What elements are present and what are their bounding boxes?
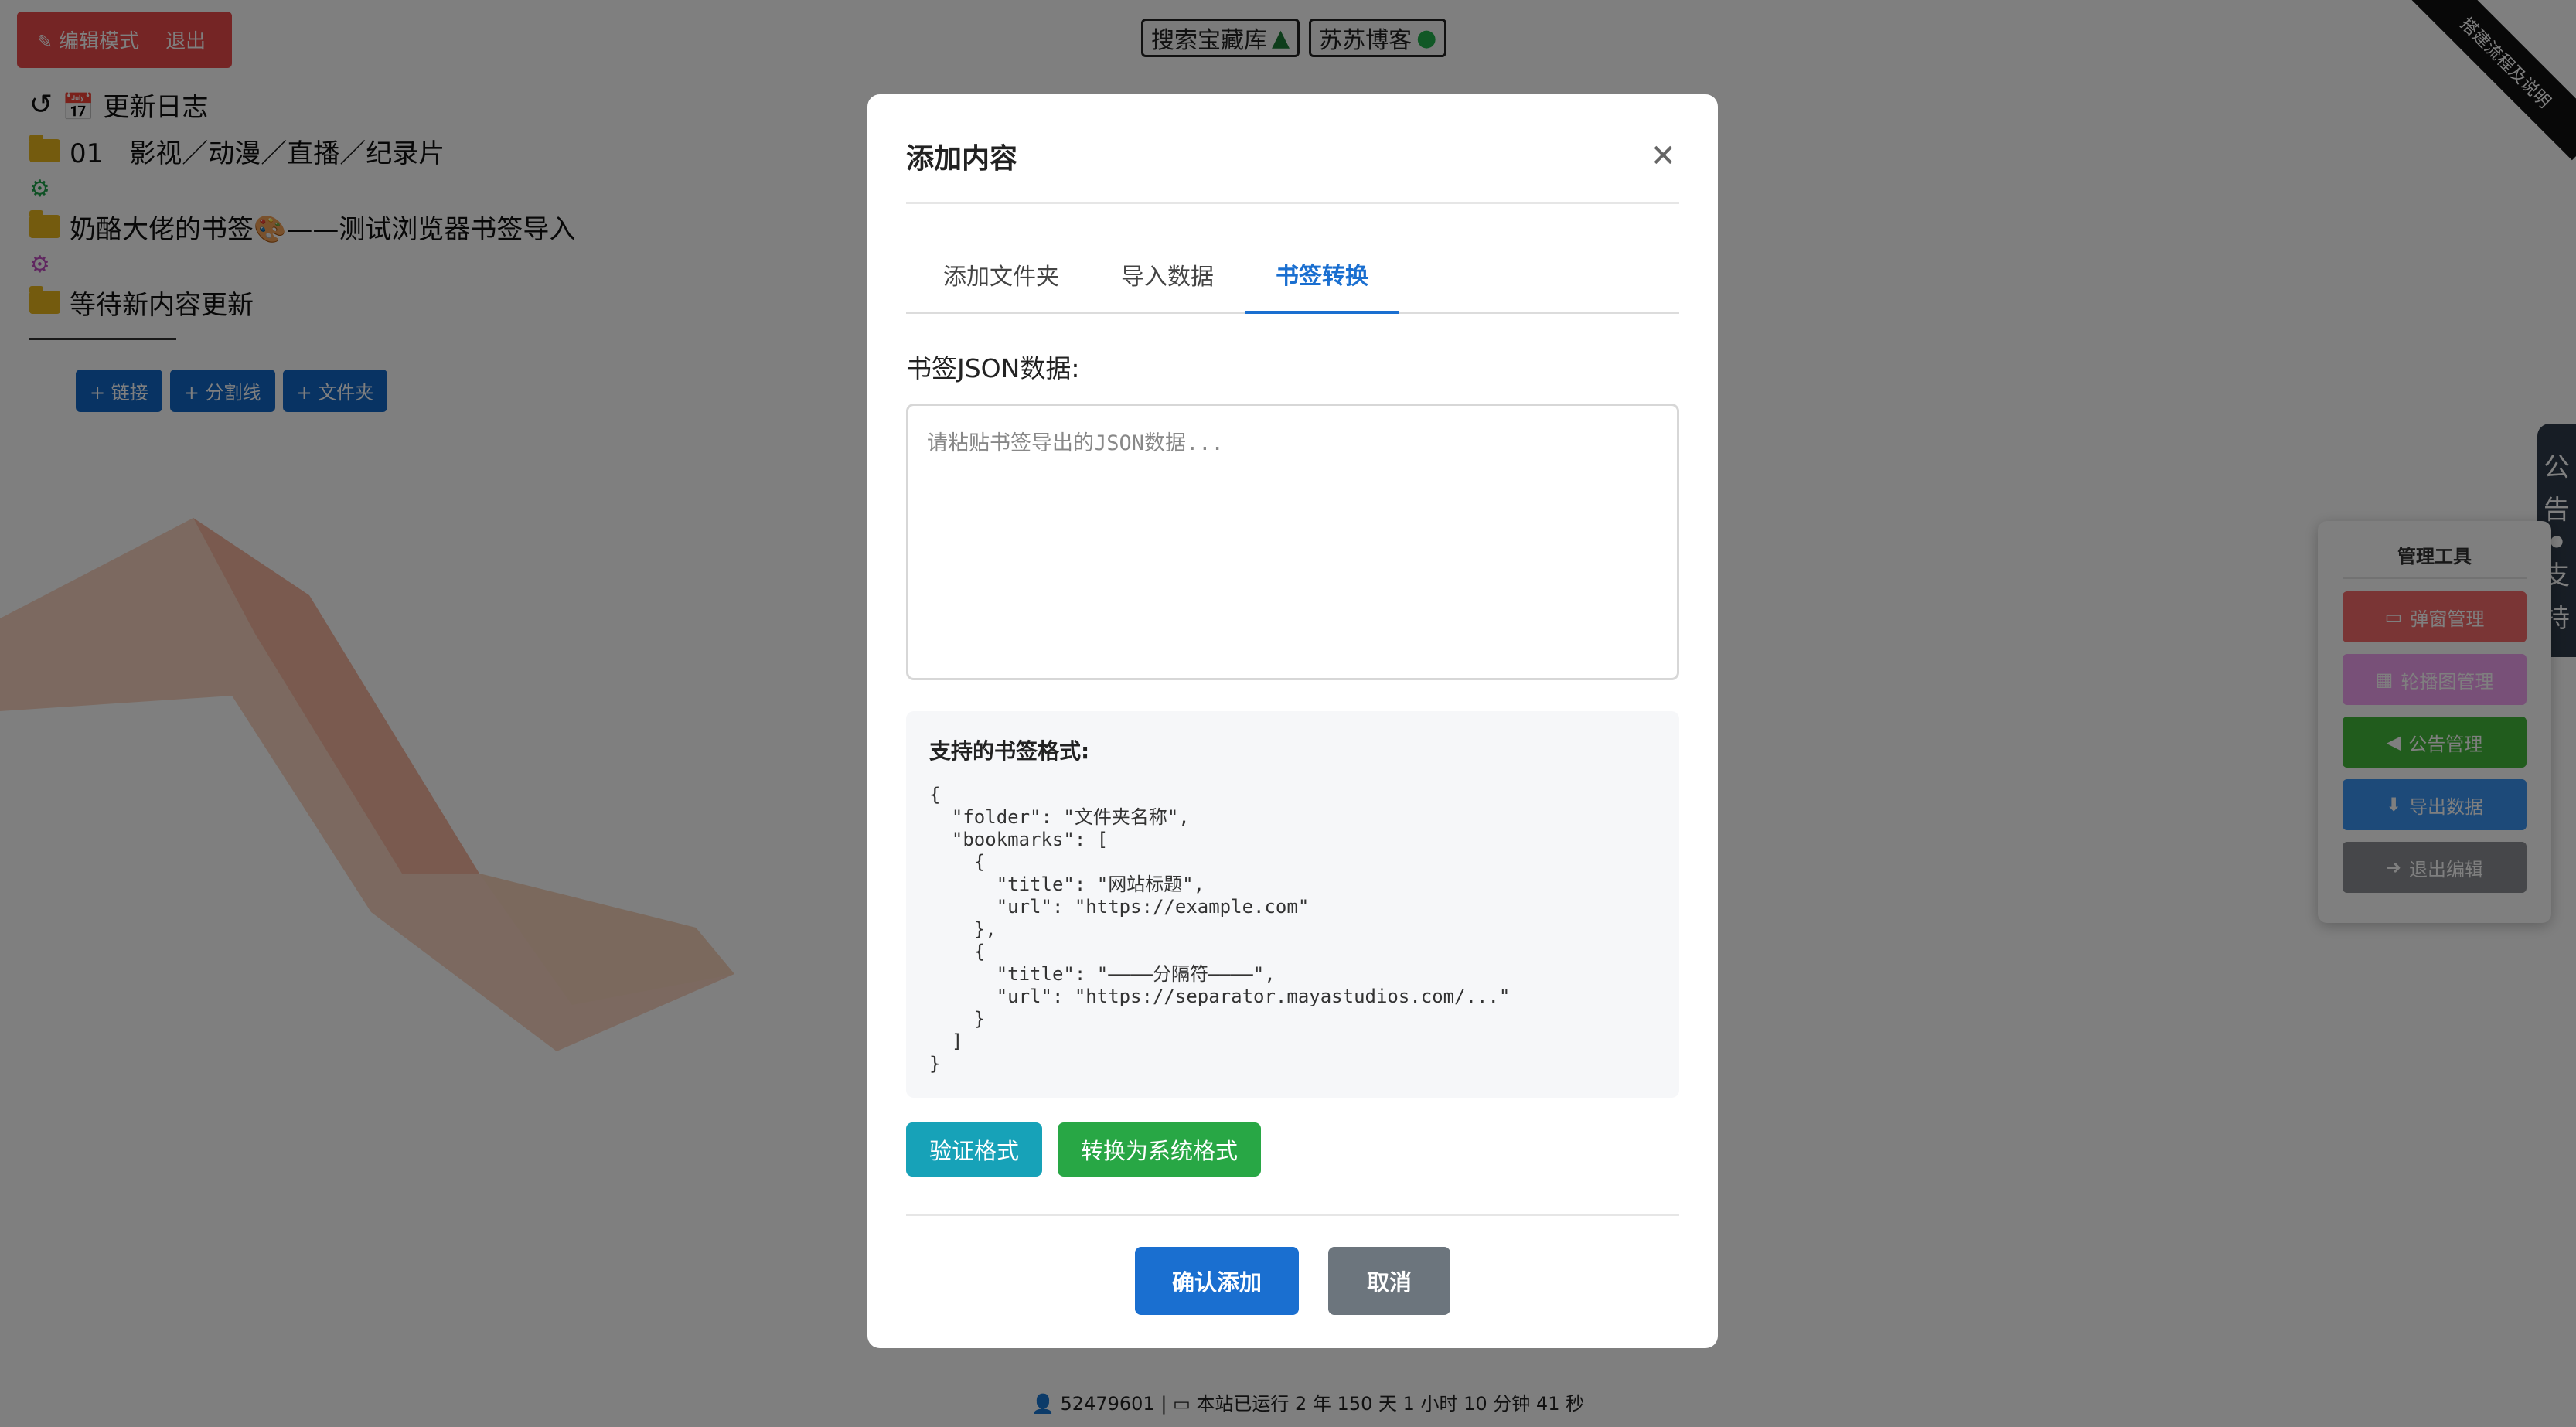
add-content-modal: 添加内容 ✕ 添加文件夹 导入数据 书签转换 书签JSON数据: 支持的书签格式… (867, 94, 1718, 1348)
modal-header: 添加内容 ✕ (906, 94, 1679, 204)
modal-tabs: 添加文件夹 导入数据 书签转换 (906, 204, 1679, 314)
validate-format-button[interactable]: 验证格式 (906, 1122, 1043, 1177)
tab-add-folder[interactable]: 添加文件夹 (912, 257, 1090, 312)
format-actions: 验证格式 转换为系统格式 (906, 1122, 1679, 1216)
format-title: 支持的书签格式: (929, 738, 1090, 764)
tab-import-data[interactable]: 导入数据 (1090, 257, 1245, 312)
convert-format-button[interactable]: 转换为系统格式 (1058, 1122, 1262, 1177)
modal-title: 添加内容 (906, 142, 1018, 175)
json-field-label: 书签JSON数据: (906, 353, 1080, 383)
close-icon[interactable]: ✕ (1650, 138, 1676, 174)
supported-format-box: 支持的书签格式: { "folder": "文件夹名称", "bookmarks… (906, 711, 1679, 1098)
confirm-add-button[interactable]: 确认添加 (1134, 1247, 1299, 1315)
tab-bookmark-convert[interactable]: 书签转换 (1245, 257, 1399, 314)
bookmark-json-input[interactable] (906, 404, 1679, 680)
format-example-code: { "folder": "文件夹名称", "bookmarks": [ { "t… (929, 784, 1511, 1075)
modal-footer: 确认添加 取消 (906, 1247, 1679, 1315)
cancel-button[interactable]: 取消 (1328, 1247, 1451, 1315)
